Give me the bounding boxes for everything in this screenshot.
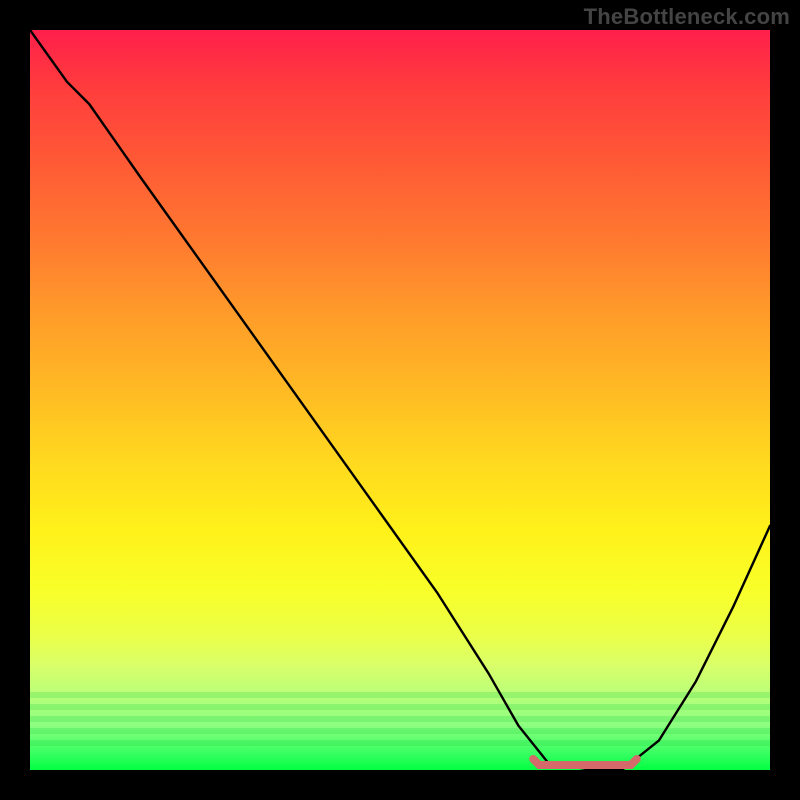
chart-frame: TheBottleneck.com: [0, 0, 800, 800]
watermark-text: TheBottleneck.com: [584, 4, 790, 30]
bottleneck-curve-path: [30, 30, 770, 770]
curve-overlay: [30, 30, 770, 770]
plot-area: [30, 30, 770, 770]
optimal-zone-marker: [533, 759, 637, 765]
